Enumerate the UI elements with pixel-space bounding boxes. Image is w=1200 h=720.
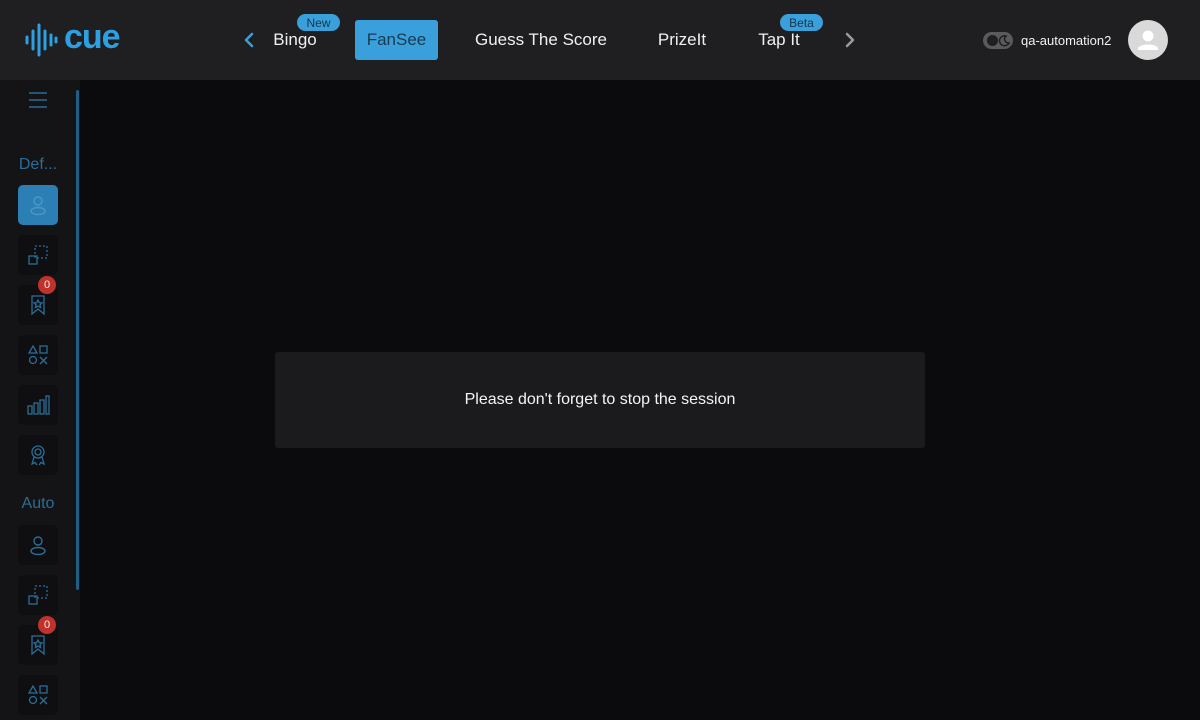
dialog-message: Please don't forget to stop the session [464,391,736,408]
tab-label: FanSee [366,30,427,49]
sidebar-item-awards[interactable] [18,435,58,475]
bookmark-star-icon [31,295,45,316]
tab-label: PrizeIt [657,30,707,49]
notification-count-badge: 0 [38,276,56,294]
moon-icon [998,35,1010,47]
tab-guess-the-score[interactable]: Guess The Score [468,20,614,60]
theme-toggle[interactable] [983,32,1013,49]
sidebar-item-stats[interactable] [18,385,58,425]
sidebar-item-bookmark[interactable]: 0 [18,276,58,325]
sidebar-scrollbar[interactable] [76,90,79,590]
sidebar-section-label: Def... [18,156,58,173]
tab-fansee[interactable]: FanSee [355,20,438,60]
user-icon [1138,30,1158,50]
resize-icon [28,245,48,265]
sidebar-item-user[interactable] [18,525,58,565]
new-badge: New [297,14,340,31]
sidebar-item-resize[interactable] [18,235,58,275]
sidebar-menu-button[interactable] [28,90,48,110]
username-label[interactable]: qa-automation2 [1021,33,1111,48]
tab-prizeit[interactable]: PrizeIt [648,20,716,60]
sidebar-item-resize[interactable] [18,575,58,615]
brand-name: cue [64,18,121,56]
nav-next-button[interactable] [840,30,860,50]
shapes-icon [27,684,48,705]
top-navigation-bar: cue Bingo New FanSee Guess The Score Pri… [0,0,1200,80]
tab-label: Bingo [273,30,317,49]
resize-icon [28,585,48,605]
sidebar-item-bookmark[interactable]: 0 [18,616,58,665]
bookmark-star-icon [31,635,45,656]
tab-label: Tap It [758,30,800,49]
session-reminder-dialog: Please don't forget to stop the session [275,352,925,448]
cue-logo[interactable]: cue [24,18,121,57]
sidebar-item-shapes[interactable] [18,335,58,375]
award-icon [30,445,46,466]
nav-prev-button[interactable] [239,30,259,50]
tab-label: Guess The Score [475,30,607,49]
soundwave-logo-icon [25,23,58,57]
user-icon [30,536,46,556]
user-icon [30,196,46,216]
beta-badge: Beta [780,14,823,31]
user-avatar[interactable] [1128,20,1168,60]
hamburger-icon [29,92,47,108]
toggle-knob [987,35,998,46]
sidebar-item-shapes[interactable] [18,675,58,715]
bar-chart-icon [27,395,50,415]
sidebar-section-label: Auto [21,495,55,512]
sidebar-item-user[interactable] [18,185,58,225]
chevron-left-icon [244,32,254,48]
chevron-right-icon [845,32,855,48]
shapes-icon [27,344,48,365]
notification-count-badge: 0 [38,616,56,634]
